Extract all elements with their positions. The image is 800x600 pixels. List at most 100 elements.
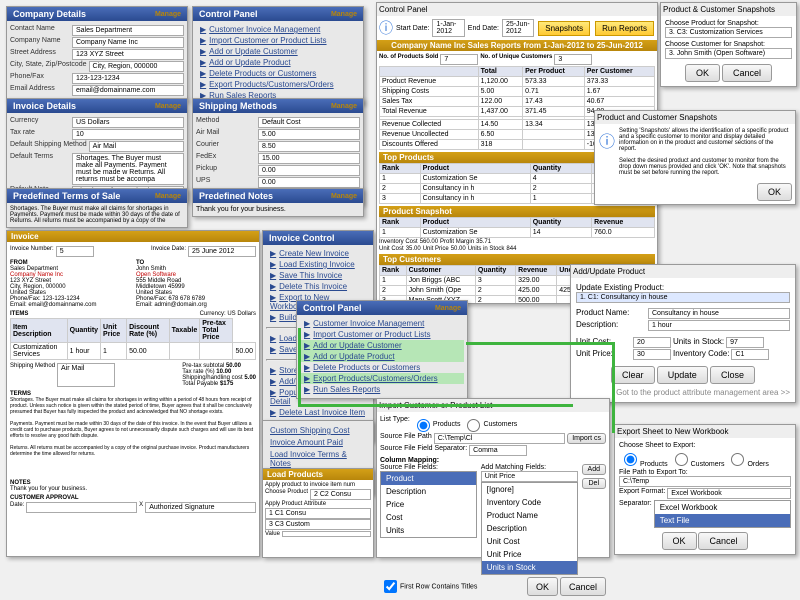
browse-button[interactable]: Import cs <box>567 433 606 444</box>
products-radio[interactable]: Products <box>412 416 461 432</box>
ok-button[interactable]: OK <box>685 64 720 82</box>
sep-select[interactable]: Comma <box>469 445 527 456</box>
value-field[interactable] <box>282 531 371 537</box>
menu-item[interactable]: Delete This Invoice <box>266 281 370 292</box>
name-field[interactable]: Consultancy in house <box>648 308 790 319</box>
fmt-label: Export Format: <box>619 488 665 499</box>
menu-item[interactable]: Run Sales Reports <box>300 384 464 395</box>
export-customers-radio[interactable]: Customers <box>670 450 725 468</box>
up-label: Unit Price <box>423 246 449 252</box>
run-reports-button[interactable]: Run Reports <box>595 21 654 36</box>
menu-item[interactable]: Add or Update Product <box>196 57 360 68</box>
uc-field[interactable]: 20 <box>633 337 671 348</box>
menu-item[interactable]: Import Customer or Product Lists <box>196 35 360 46</box>
start-date[interactable]: 1-Jan-2012 <box>432 19 464 37</box>
first-row-check[interactable]: First Row Contains Titles <box>380 577 477 596</box>
add-options[interactable]: [Ignore]Inventory CodeProduct NameDescri… <box>481 482 578 575</box>
panel-title: Predefined Notes <box>199 191 273 201</box>
menu-item[interactable]: Export Products/Customers/Orders <box>300 373 464 384</box>
up-value: 50.00 <box>451 246 466 252</box>
margin-label: Profit Margin <box>440 239 474 245</box>
window-title: Product & Customer Snapshots <box>661 3 796 16</box>
ship-label: Shipping Method <box>10 363 55 387</box>
fmt-dropdown[interactable]: Excel Workbook Text File <box>654 500 791 528</box>
menu-item[interactable]: Load Existing Invoice <box>266 259 370 270</box>
menu-item[interactable]: Add or Update Customer <box>300 340 464 351</box>
cust-select[interactable]: 3. John Smith (Open Software) <box>665 48 792 59</box>
uis-field[interactable]: 97 <box>726 337 764 348</box>
manage-link[interactable]: Manage <box>435 305 461 312</box>
fmt-opt-selected[interactable]: Text File <box>655 514 790 527</box>
menu-item[interactable]: Import Customer or Product Lists <box>300 329 464 340</box>
currency-label: Currency: US Dollars <box>200 311 256 317</box>
manage-link[interactable]: Manage <box>155 103 181 110</box>
menu-item[interactable]: Customer Invoice Management <box>300 318 464 329</box>
fmt-opt[interactable]: Excel Workbook <box>655 501 790 514</box>
panel-title: Invoice Control <box>269 233 335 243</box>
invoice-date[interactable]: 25 June 2012 <box>188 246 256 257</box>
invoice-num[interactable]: 5 <box>56 246 94 257</box>
menu-item[interactable]: Add or Update Product <box>300 351 464 362</box>
desc-field[interactable]: 1 hour <box>648 320 790 331</box>
manage-link[interactable]: Manage <box>331 193 357 200</box>
clear-button[interactable]: Clear <box>611 366 655 384</box>
sig-x: X <box>139 502 143 513</box>
value-label: Value <box>265 531 280 537</box>
ok-button[interactable]: OK <box>527 577 558 596</box>
path-field[interactable]: C:\Temp\Cl <box>434 433 565 444</box>
prod-select[interactable]: 3. C3: Customization Services <box>665 27 792 38</box>
product-select[interactable]: 2 C2 Consu <box>310 489 371 500</box>
export-products-radio[interactable]: Products <box>619 450 668 468</box>
ic-field[interactable]: C1 <box>731 349 769 360</box>
ship-method[interactable]: Air Mail <box>57 363 115 387</box>
menu-item[interactable]: Delete Last Invoice Item <box>266 407 370 418</box>
report-title: Company Name Inc Sales Reports from 1-Ja… <box>391 41 643 50</box>
attr-row[interactable]: 3 C3 Custom <box>265 519 371 530</box>
manage-link[interactable]: Manage <box>155 193 181 200</box>
del-button[interactable]: Del <box>582 478 606 489</box>
link[interactable]: Custom Shipping Cost <box>266 425 354 436</box>
ic-label: Inventory Code: <box>673 349 729 360</box>
close-button[interactable]: Close <box>710 366 755 384</box>
export-path[interactable]: C:\Temp <box>619 476 791 487</box>
margin-value: 35.71 <box>476 239 491 245</box>
attr-row[interactable]: 1 C1 Consu <box>265 508 371 519</box>
manage-link[interactable]: Manage <box>155 11 181 18</box>
manage-link[interactable]: Manage <box>331 103 357 110</box>
cancel-button[interactable]: Cancel <box>698 532 748 550</box>
ok-button[interactable]: OK <box>757 183 792 201</box>
up-field[interactable]: 30 <box>633 349 671 360</box>
invoice-notes-text: Thank you for your business. <box>10 486 256 492</box>
uis-label: Units in Stock: <box>673 337 724 348</box>
mapping-header: Column Mapping: <box>380 457 439 464</box>
link[interactable]: Load Invoice Terms & Notes <box>266 449 370 469</box>
ok-button[interactable]: OK <box>662 532 697 550</box>
menu-item[interactable]: Add or Update Customer <box>196 46 360 57</box>
add-select[interactable]: Unit Price <box>481 471 578 482</box>
snapshots-button[interactable]: Snapshots <box>538 21 590 36</box>
signature-field[interactable]: Authorized Signature <box>145 502 256 513</box>
menu-item[interactable]: Delete Products or Customers <box>196 68 360 79</box>
existing-select[interactable]: 1. C1: Consultancy in house <box>576 292 790 303</box>
fmt-select[interactable]: Excel Workbook <box>667 488 791 499</box>
menu-item[interactable]: Delete Products or Customers <box>300 362 464 373</box>
sep-label: Source File Field Separator: <box>380 445 467 456</box>
menu-item[interactable]: Save This Invoice <box>266 270 370 281</box>
cancel-button[interactable]: Cancel <box>560 577 606 596</box>
export-orders-radio[interactable]: Orders <box>726 450 768 468</box>
manage-link[interactable]: Manage <box>331 11 357 18</box>
end-date[interactable]: 25-Jun-2012 <box>502 19 534 37</box>
cancel-button[interactable]: Cancel <box>722 64 772 82</box>
src-list[interactable]: ProductDescriptionPriceCostUnits <box>380 471 477 538</box>
update-button[interactable]: Update <box>657 366 708 384</box>
add-button[interactable]: Add <box>582 464 606 475</box>
nav-link[interactable]: Got to the product attribute management … <box>576 388 790 397</box>
items-table: Item DescriptionQuantityUnit PriceDiscou… <box>10 318 256 360</box>
customers-radio[interactable]: Customers <box>462 416 517 432</box>
link[interactable]: Invoice Amount Paid <box>266 437 347 448</box>
window-title: Product and Customer Snapshots <box>595 111 795 124</box>
menu-item[interactable]: Customer Invoice Management <box>196 24 360 35</box>
approval-date[interactable] <box>26 502 137 513</box>
menu-item[interactable]: Export Products/Customers/Orders <box>196 79 360 90</box>
menu-item[interactable]: Create New Invoice <box>266 248 370 259</box>
